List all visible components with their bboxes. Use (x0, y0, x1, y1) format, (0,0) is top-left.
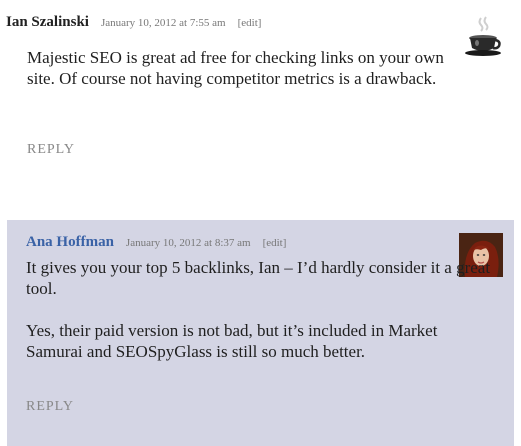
edit-link[interactable]: [edit] (263, 237, 287, 249)
comment-body: It gives you your top 5 backlinks, Ian –… (26, 257, 496, 383)
reply-button[interactable]: REPLY (26, 399, 74, 415)
comment-reply: Ana Hoffman January 10, 2012 at 8:37 am … (7, 220, 514, 446)
comment-meta: Ana Hoffman January 10, 2012 at 8:37 am … (26, 233, 286, 251)
comment-meta: Ian Szalinski January 10, 2012 at 7:55 a… (6, 13, 261, 31)
comment-paragraph: Majestic SEO is great ad free for checki… (27, 48, 444, 88)
comment-body: Majestic SEO is great ad free for checki… (27, 47, 467, 110)
reply-button[interactable]: REPLY (27, 142, 75, 158)
comment: Ian Szalinski January 10, 2012 at 7:55 a… (0, 0, 521, 220)
comment-date-link[interactable]: January 10, 2012 at 7:55 am (101, 17, 226, 29)
comment-date-link[interactable]: January 10, 2012 at 8:37 am (126, 237, 251, 249)
comment-paragraph: Yes, their paid version is not bad, but … (26, 321, 438, 361)
coffee-cup-icon (462, 14, 505, 57)
comment-paragraph: It gives you your top 5 backlinks, Ian –… (26, 258, 491, 298)
comment-author-link[interactable]: Ana Hoffman (26, 234, 114, 250)
edit-link[interactable]: [edit] (238, 17, 262, 29)
comment-author: Ian Szalinski (6, 14, 89, 30)
